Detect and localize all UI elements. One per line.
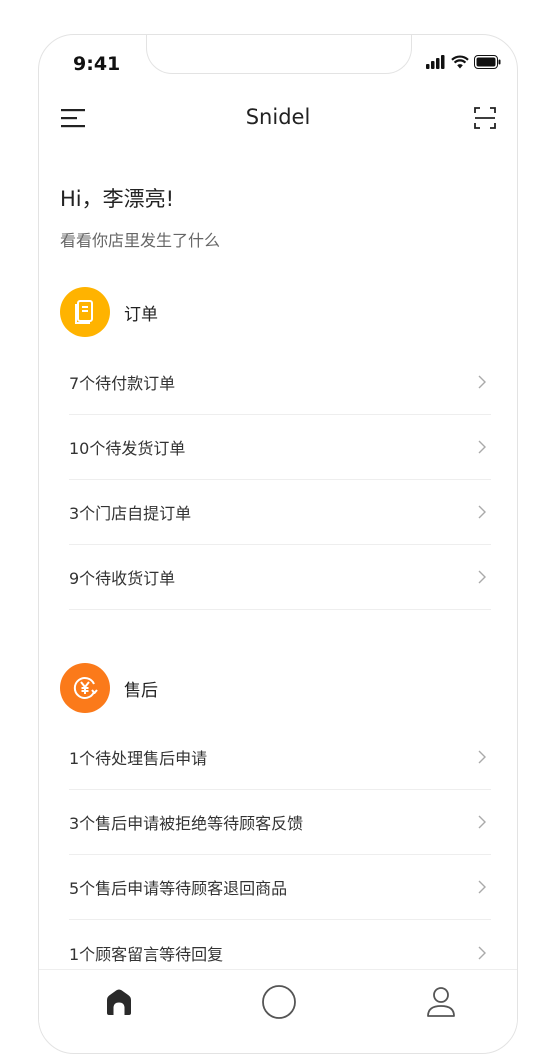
list-item[interactable]: 3个售后申请被拒绝等待顾客反馈 <box>69 790 491 855</box>
circle-icon <box>262 985 296 1019</box>
tab-home[interactable] <box>99 982 139 1022</box>
aftersales-section-header: 售后 <box>60 663 158 713</box>
app-header: Snidel <box>39 99 517 139</box>
list-item-label: 10个待发货订单 <box>69 439 186 458</box>
chevron-right-icon <box>478 505 486 519</box>
phone-frame: 9:41 Snidel Hi，李漂亮! 看看你店里发生了什么 订单 7个待付款订… <box>38 34 518 1054</box>
list-item[interactable]: 3个门店自提订单 <box>69 480 491 545</box>
aftersales-section-title: 售后 <box>124 680 158 701</box>
list-item[interactable]: 5个售后申请等待顾客退回商品 <box>69 855 491 920</box>
list-item-label: 3个门店自提订单 <box>69 504 192 523</box>
list-item[interactable]: 7个待付款订单 <box>69 350 491 415</box>
refund-yuan-icon <box>60 663 110 713</box>
tab-bar <box>39 969 517 1039</box>
page-title: Snidel <box>245 105 311 129</box>
order-document-icon <box>60 287 110 337</box>
home-icon <box>107 989 131 1015</box>
list-item-label: 9个待收货订单 <box>69 569 176 588</box>
list-item-label: 7个待付款订单 <box>69 374 176 393</box>
chevron-right-icon <box>478 375 486 389</box>
tab-profile[interactable] <box>421 982 461 1022</box>
list-item[interactable]: 10个待发货订单 <box>69 415 491 480</box>
tab-middle[interactable] <box>259 982 299 1022</box>
user-icon <box>427 987 455 1017</box>
chevron-right-icon <box>478 946 486 959</box>
list-item-label: 1个待处理售后申请 <box>69 749 208 768</box>
status-time: 9:41 <box>73 53 121 75</box>
orders-list: 7个待付款订单 10个待发货订单 3个门店自提订单 9个待收货订单 <box>69 350 491 610</box>
battery-icon <box>474 55 501 69</box>
chevron-right-icon <box>478 570 486 584</box>
chevron-right-icon <box>478 815 486 829</box>
status-icons <box>426 55 501 69</box>
chevron-right-icon <box>478 750 486 764</box>
notch <box>146 35 412 74</box>
aftersales-list: 1个待处理售后申请 3个售后申请被拒绝等待顾客反馈 5个售后申请等待顾客退回商品… <box>69 725 491 985</box>
list-item-label: 5个售后申请等待顾客退回商品 <box>69 879 288 898</box>
greeting-title: Hi，李漂亮! <box>60 187 175 211</box>
wifi-icon <box>451 55 469 69</box>
chevron-right-icon <box>478 440 486 454</box>
signal-icon <box>426 55 445 69</box>
scan-icon[interactable] <box>473 106 497 130</box>
list-item[interactable]: 9个待收货订单 <box>69 545 491 610</box>
orders-section-title: 订单 <box>124 304 158 325</box>
greeting-subtitle: 看看你店里发生了什么 <box>60 231 221 250</box>
list-item-label: 1个顾客留言等待回复 <box>69 944 224 964</box>
orders-section-header: 订单 <box>60 287 158 337</box>
list-item[interactable]: 1个待处理售后申请 <box>69 725 491 790</box>
list-item-label: 3个售后申请被拒绝等待顾客反馈 <box>69 814 304 833</box>
chevron-right-icon <box>478 880 486 894</box>
